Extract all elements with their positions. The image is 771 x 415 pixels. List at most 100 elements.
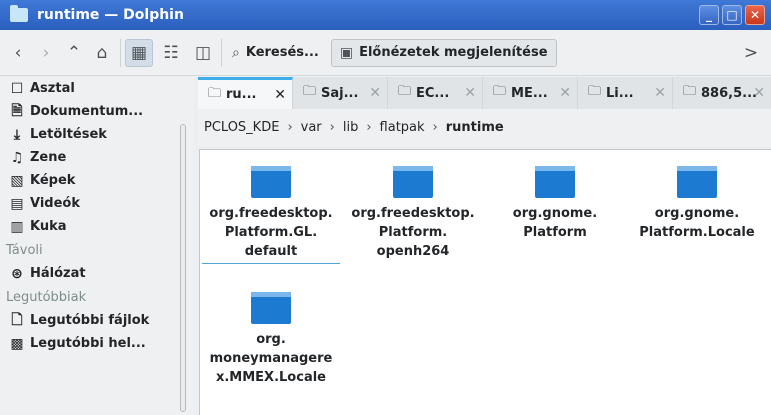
breadcrumb-chevron-icon: › (432, 120, 438, 135)
tab-label: 886,5... (701, 85, 757, 101)
title-bar: runtime — Dolphin _ □ ✕ (0, 0, 771, 30)
window-title: runtime — Dolphin (37, 7, 184, 23)
back-icon[interactable]: ‹ (4, 39, 32, 67)
folder-tab-icon: 🗀 (208, 85, 222, 101)
tab-item[interactable]: 🗀 EC... ✕ (388, 77, 483, 109)
folder-item[interactable]: org.freedesktop. Platform. openh264 (344, 166, 482, 261)
network-icon: ⊛ (11, 265, 23, 282)
close-tab-icon[interactable]: ✕ (559, 85, 571, 101)
sidebar-item-trash[interactable]: ▥ Kuka (0, 215, 194, 238)
compact-view-icon[interactable]: ☷ (157, 39, 185, 67)
home-icon[interactable]: ⌂ (88, 39, 116, 67)
minimize-button[interactable]: _ (699, 5, 719, 25)
folder-tab-icon: 🗀 (683, 84, 697, 99)
folder-icon (535, 166, 575, 198)
sidebar-header-recent: Legutóbbiak (6, 289, 87, 305)
breadcrumb-item[interactable]: PCLOS_KDE (204, 120, 279, 135)
breadcrumb-item[interactable]: lib (343, 120, 358, 135)
trash-icon: ▥ (10, 218, 24, 235)
folder-icon (251, 292, 291, 324)
window-controls: _ □ ✕ (699, 5, 765, 25)
breadcrumb-chevron-icon: › (329, 120, 335, 135)
close-tab-icon[interactable]: ✕ (274, 87, 286, 103)
sidebar-item-videos[interactable]: ▤ Videók (0, 192, 194, 215)
preview-toggle-button[interactable]: ▣ Előnézetek megjelenítése (330, 38, 557, 67)
dolphin-folder-icon (10, 5, 28, 22)
sidebar-item-label: Legutóbbi fájlok (30, 313, 150, 328)
breadcrumb-chevron-icon: › (287, 120, 293, 135)
folder-name: org.freedesktop. Platform. openh264 (351, 206, 475, 259)
tab-label: Saj... (321, 85, 359, 101)
search-button[interactable]: ⌕ Keresés... (226, 39, 325, 67)
sidebar-item-label: Kuka (30, 219, 67, 234)
close-button[interactable]: ✕ (745, 5, 765, 25)
breadcrumb-chevron-icon: › (366, 120, 372, 135)
search-icon: ⌕ (232, 44, 240, 61)
downloads-icon: ⤓ (13, 126, 21, 143)
close-tab-icon[interactable]: ✕ (753, 85, 765, 101)
sidebar-scrollbar[interactable] (180, 124, 186, 412)
toolbar-separator (221, 38, 222, 67)
desktop-icon: ☐ (10, 80, 24, 97)
up-icon[interactable]: ⌃ (60, 39, 88, 67)
breadcrumb-item[interactable]: var (301, 120, 322, 135)
documents-icon: 🗎 (11, 102, 23, 119)
tab-item[interactable]: 🗀 886,5... ✕ (673, 77, 771, 109)
folder-name: org.gnome. Platform (512, 206, 598, 240)
breadcrumb-current[interactable]: runtime (446, 120, 504, 135)
folder-item[interactable]: org.gnome. Platform (486, 166, 624, 242)
sidebar-item-recent-locations[interactable]: ▩ Legutóbbi hel... (0, 332, 194, 355)
folder-tab-icon: 🗀 (398, 84, 412, 99)
tab-bar: 🗀 ru... ✕ 🗀 Saj... ✕ 🗀 EC... ✕ 🗀 ME... ✕… (198, 77, 771, 109)
sidebar-item-documents[interactable]: 🗎 Dokumentum... (0, 100, 194, 123)
maximize-button[interactable]: □ (722, 5, 742, 25)
forward-icon[interactable]: › (32, 39, 60, 67)
icons-view-icon[interactable]: ▦ (125, 38, 153, 67)
close-tab-icon[interactable]: ✕ (464, 85, 476, 101)
file-view[interactable]: org.freedesktop. Platform.GL. default or… (199, 149, 771, 415)
search-label: Keresés... (245, 45, 319, 60)
sidebar-item-label: Dokumentum... (30, 104, 144, 119)
folder-tab-icon: 🗀 (588, 84, 602, 99)
places-panel: ☐ Asztal 🗎 Dokumentum... ⤓ Letöltések ♫ … (0, 77, 194, 415)
breadcrumb-item[interactable]: flatpak (380, 120, 425, 135)
recent-locations-icon: ▩ (10, 335, 24, 352)
split-view-icon[interactable]: ◫ (189, 39, 217, 67)
sidebar-item-network[interactable]: ⊛ Hálózat (0, 262, 194, 285)
folder-icon (393, 166, 433, 198)
videos-icon: ▤ (10, 195, 24, 212)
folder-icon (251, 166, 291, 198)
sidebar-item-pictures[interactable]: ▧ Képek (0, 169, 194, 192)
tab-label: EC... (416, 85, 450, 101)
tab-runtime[interactable]: 🗀 ru... ✕ (198, 77, 293, 109)
sidebar-item-recent-files[interactable]: 🗋 Legutóbbi fájlok (0, 309, 194, 332)
folder-name: org. moneymanagere x.MMEX.Locale (209, 332, 333, 385)
sidebar-item-music[interactable]: ♫ Zene (0, 146, 194, 169)
music-icon: ♫ (10, 149, 24, 166)
tab-item[interactable]: 🗀 Li... ✕ (578, 77, 673, 109)
tab-label: ME... (511, 85, 548, 101)
breadcrumb: PCLOS_KDE › var › lib › flatpak › runtim… (198, 109, 771, 146)
sidebar-item-desktop[interactable]: ☐ Asztal (0, 77, 194, 100)
folder-name: org.gnome. Platform.Locale (639, 206, 755, 240)
folder-item[interactable]: org.gnome. Platform.Locale (628, 166, 766, 242)
sidebar-item-downloads[interactable]: ⤓ Letöltések (0, 123, 194, 146)
sidebar-item-label: Asztal (30, 81, 75, 96)
toolbar-separator (120, 38, 121, 67)
sidebar-item-label: Képek (30, 173, 76, 188)
close-tab-icon[interactable]: ✕ (654, 85, 666, 101)
sidebar-item-label: Videók (30, 196, 80, 211)
tab-item[interactable]: 🗀 ME... ✕ (483, 77, 578, 109)
folder-icon (677, 166, 717, 198)
more-chevron-icon[interactable]: > (737, 39, 765, 67)
folder-item[interactable]: org. moneymanagere x.MMEX.Locale (202, 292, 340, 387)
folder-item[interactable]: org.freedesktop. Platform.GL. default (202, 166, 340, 264)
sidebar-header-remote: Távoli (6, 242, 43, 258)
folder-name: org.freedesktop. Platform.GL. default (202, 204, 340, 264)
sidebar-item-label: Zene (30, 150, 67, 165)
preview-label: Előnézetek megjelenítése (359, 45, 548, 60)
recent-files-icon: 🗋 (11, 311, 23, 328)
tab-item[interactable]: 🗀 Saj... ✕ (293, 77, 388, 109)
preview-icon: ▣ (339, 44, 354, 61)
close-tab-icon[interactable]: ✕ (369, 85, 381, 101)
